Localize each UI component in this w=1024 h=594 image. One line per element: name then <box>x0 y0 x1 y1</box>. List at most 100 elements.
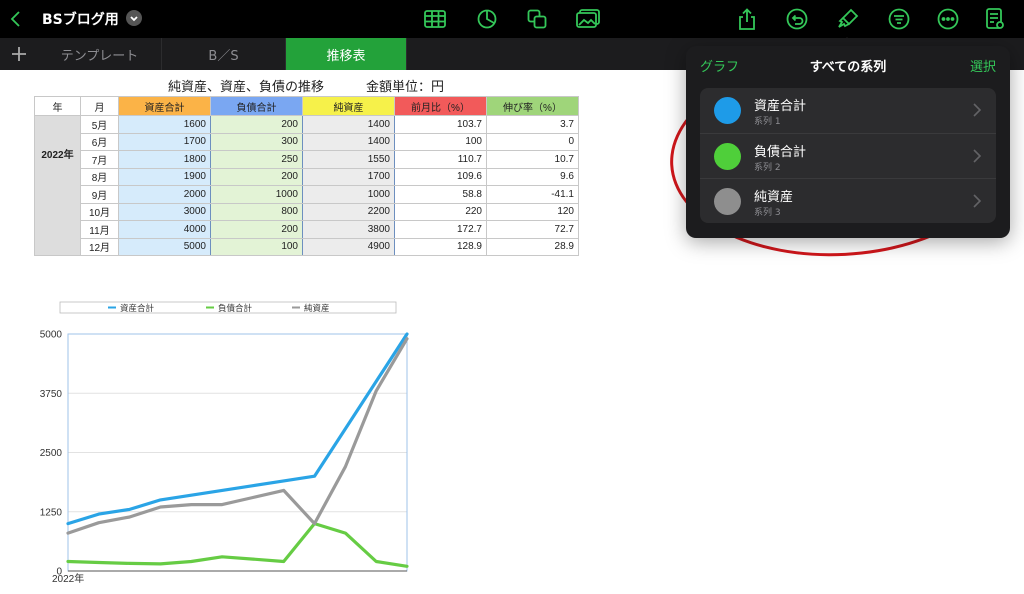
series-row-liabilities[interactable]: 負債合計 系列 2 <box>700 133 996 178</box>
value-cell[interactable]: 109.6 <box>394 167 487 186</box>
table-row: 12月 5000 100 4900 128.9 28.9 <box>35 237 579 256</box>
popover-back-button[interactable]: グラフ <box>700 56 739 75</box>
value-cell[interactable]: 4900 <box>302 237 395 256</box>
value-cell[interactable]: 3800 <box>302 220 395 239</box>
column-header[interactable]: 年 <box>34 96 81 116</box>
column-header[interactable]: 純資産 <box>302 96 395 116</box>
format-brush-icon[interactable] <box>834 5 862 33</box>
value-cell[interactable]: 250 <box>210 150 303 169</box>
table-row: 10月 3000 800 2200 220 120 <box>35 202 579 221</box>
tab-bs[interactable]: B／S <box>162 38 286 70</box>
value-cell[interactable]: 1800 <box>118 150 211 169</box>
value-cell[interactable]: 1600 <box>118 115 211 134</box>
table-title: 純資産、資産、負債の推移 <box>168 80 325 95</box>
column-header[interactable]: 前月比（%） <box>394 96 487 116</box>
series-number: 系列 3 <box>754 208 781 218</box>
chevron-down-icon[interactable] <box>126 10 142 26</box>
month-cell[interactable]: 11月 <box>80 220 119 239</box>
y-tick-label: 1250 <box>40 507 63 518</box>
month-cell[interactable]: 9月 <box>80 185 119 204</box>
value-cell[interactable]: 200 <box>210 167 303 186</box>
table-row: 8月 1900 200 1700 109.6 9.6 <box>35 167 579 186</box>
undo-icon[interactable] <box>783 5 811 33</box>
series-color-swatch <box>714 188 741 215</box>
line-chart[interactable]: 資産合計 負債合計 純資産012502500375050002022年 <box>30 296 430 592</box>
legend-label: 資産合計 <box>120 303 155 314</box>
month-cell[interactable]: 8月 <box>80 167 119 186</box>
value-cell[interactable]: 4000 <box>118 220 211 239</box>
month-cell[interactable]: 6月 <box>80 132 119 151</box>
filter-icon[interactable] <box>885 5 913 33</box>
top-toolbar: BSブログ用 <box>0 0 1024 38</box>
value-cell[interactable]: 100 <box>394 132 487 151</box>
value-cell[interactable]: 1000 <box>210 185 303 204</box>
value-cell[interactable]: 1700 <box>302 167 395 186</box>
value-cell[interactable]: 200 <box>210 220 303 239</box>
value-cell[interactable]: 3000 <box>118 202 211 221</box>
value-cell[interactable]: 10.7 <box>486 150 579 169</box>
value-cell[interactable]: 1400 <box>302 115 395 134</box>
document-icon[interactable] <box>981 5 1009 33</box>
value-cell[interactable]: 0 <box>486 132 579 151</box>
value-cell[interactable]: 300 <box>210 132 303 151</box>
media-icon[interactable] <box>574 5 602 33</box>
series-line <box>66 522 409 568</box>
tab-transition[interactable]: 推移表 <box>286 38 407 70</box>
year-cell[interactable]: 2022年 <box>34 115 81 256</box>
shapes-icon[interactable] <box>523 5 551 33</box>
value-cell[interactable]: 1000 <box>302 185 395 204</box>
value-cell[interactable]: 5000 <box>118 237 211 256</box>
series-line <box>66 337 409 535</box>
legend-label: 純資産 <box>304 303 330 314</box>
value-cell[interactable]: 1400 <box>302 132 395 151</box>
month-cell[interactable]: 12月 <box>80 237 119 256</box>
series-number: 系列 2 <box>754 163 781 173</box>
document-title[interactable]: BSブログ用 <box>42 9 119 29</box>
column-header[interactable]: 負債合計 <box>210 96 303 116</box>
value-cell[interactable]: 72.7 <box>486 220 579 239</box>
series-list: 資産合計 系列 1 負債合計 系列 2 純資産 系列 3 <box>700 88 996 223</box>
value-cell[interactable]: 1550 <box>302 150 395 169</box>
value-cell[interactable]: 1900 <box>118 167 211 186</box>
chart-icon[interactable] <box>473 5 501 33</box>
more-icon[interactable] <box>934 5 962 33</box>
series-name: 資産合計 <box>754 99 807 114</box>
month-cell[interactable]: 10月 <box>80 202 119 221</box>
table-row: 11月 4000 200 3800 172.7 72.7 <box>35 220 579 239</box>
series-name: 純資産 <box>754 190 794 205</box>
value-cell[interactable]: 3.7 <box>486 115 579 134</box>
column-header[interactable]: 月 <box>80 96 119 116</box>
chevron-right-icon <box>973 194 982 208</box>
value-cell[interactable]: 103.7 <box>394 115 487 134</box>
value-cell[interactable]: 28.9 <box>486 237 579 256</box>
value-cell[interactable]: 2200 <box>302 202 395 221</box>
value-cell[interactable]: 172.7 <box>394 220 487 239</box>
popover-select-button[interactable]: 選択 <box>970 56 996 75</box>
value-cell[interactable]: 1700 <box>118 132 211 151</box>
table-icon[interactable] <box>421 5 449 33</box>
month-cell[interactable]: 7月 <box>80 150 119 169</box>
value-cell[interactable]: 128.9 <box>394 237 487 256</box>
back-icon[interactable] <box>2 5 30 33</box>
tab-template[interactable]: テンプレート <box>38 38 162 70</box>
value-cell[interactable]: 220 <box>394 202 487 221</box>
value-cell[interactable]: 200 <box>210 115 303 134</box>
column-header[interactable]: 伸び率（%） <box>486 96 579 116</box>
share-icon[interactable] <box>733 5 761 33</box>
column-header[interactable]: 資産合計 <box>118 96 211 116</box>
value-cell[interactable]: 58.8 <box>394 185 487 204</box>
month-cell[interactable]: 5月 <box>80 115 119 134</box>
value-cell[interactable]: 9.6 <box>486 167 579 186</box>
table-row: 6月 1700 300 1400 100 0 <box>35 132 579 151</box>
value-cell[interactable]: 800 <box>210 202 303 221</box>
value-cell[interactable]: 110.7 <box>394 150 487 169</box>
y-tick-label: 5000 <box>40 330 63 341</box>
value-cell[interactable]: 100 <box>210 237 303 256</box>
value-cell[interactable]: 2000 <box>118 185 211 204</box>
balance-table: 年月資産合計 負債合計 純資産 前月比（%） 伸び率（%） 2022年 5月 1600 200… <box>34 96 579 256</box>
series-row-assets[interactable]: 資産合計 系列 1 <box>700 88 996 133</box>
value-cell[interactable]: 120 <box>486 202 579 221</box>
add-sheet-button[interactable] <box>0 38 38 70</box>
value-cell[interactable]: -41.1 <box>486 185 579 204</box>
series-row-net-assets[interactable]: 純資産 系列 3 <box>700 178 996 223</box>
